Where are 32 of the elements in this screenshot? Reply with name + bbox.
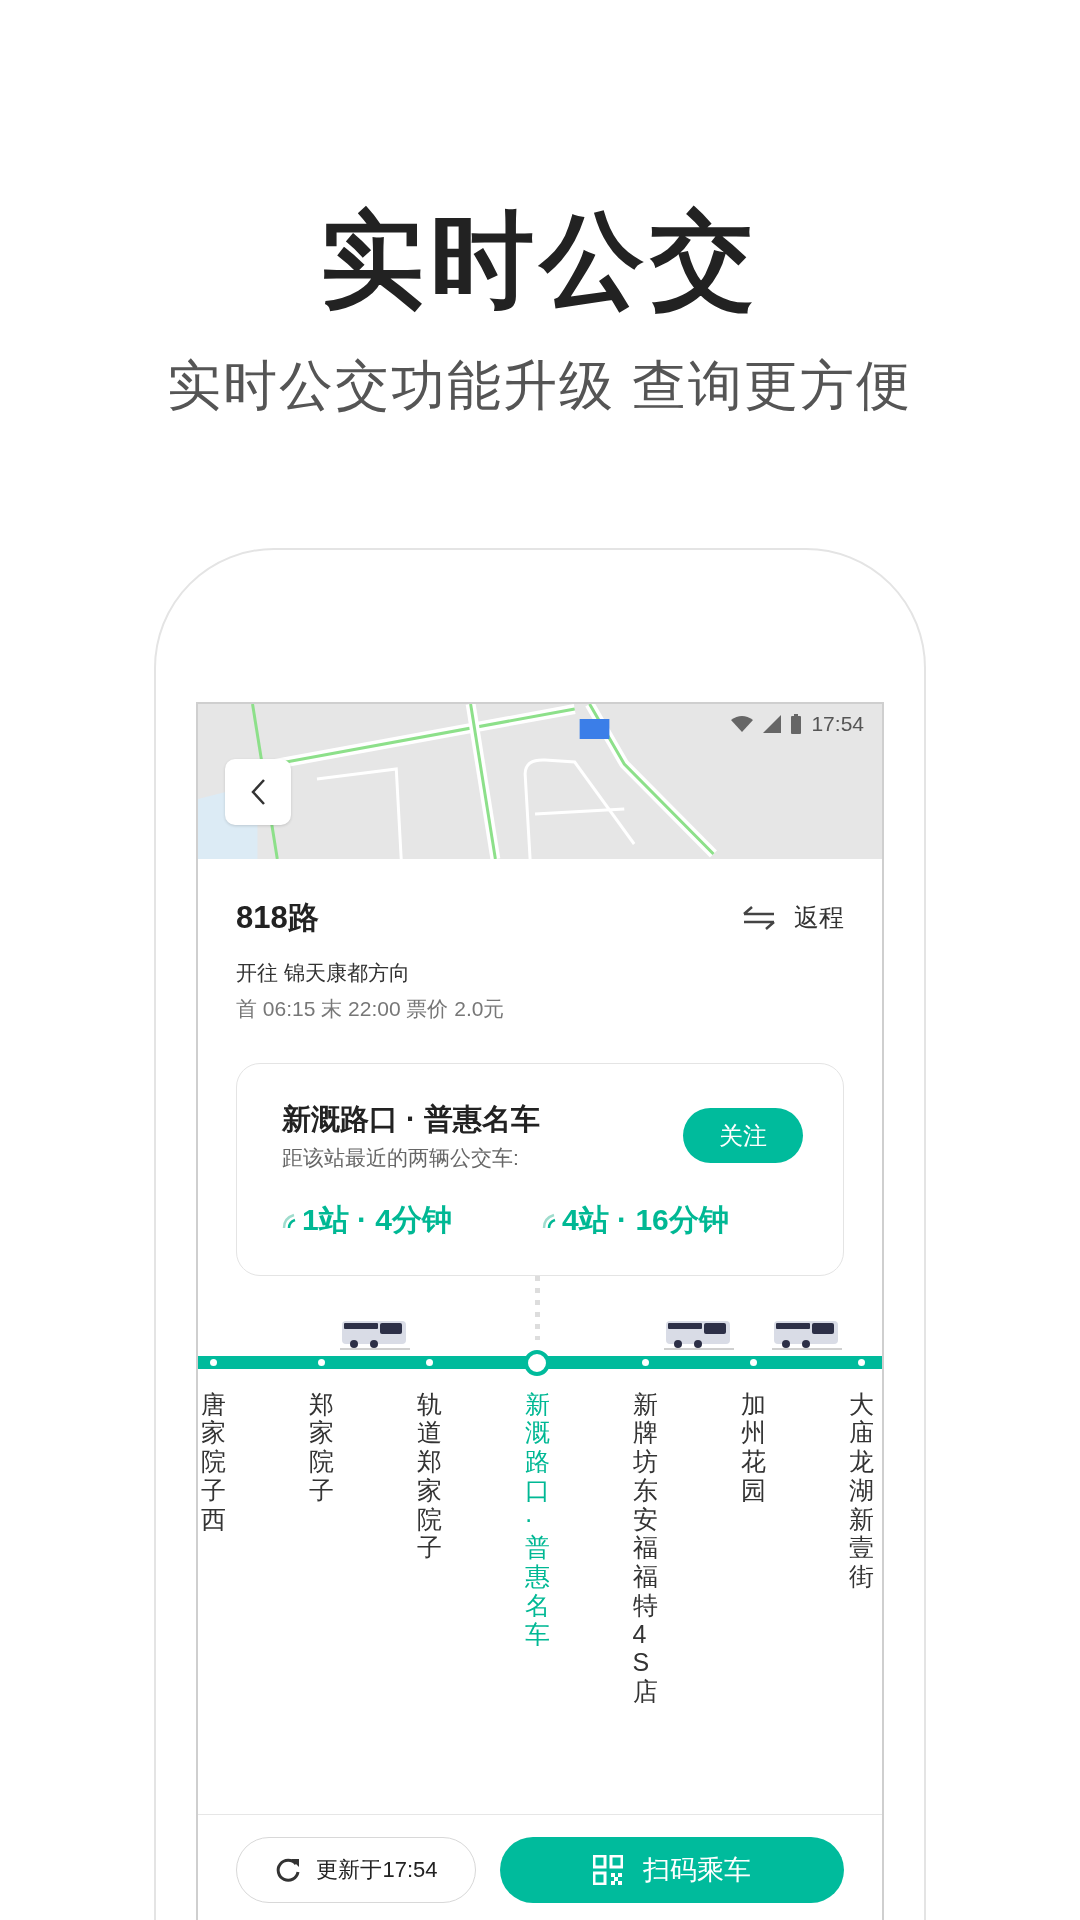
- back-button[interactable]: [225, 758, 291, 825]
- station-name[interactable]: 新牌坊东安福福特4S店: [632, 1389, 658, 1706]
- route-name: 818路: [236, 898, 319, 937]
- swap-icon: [742, 904, 776, 931]
- station-marker[interactable]: [641, 1359, 649, 1367]
- station-name[interactable]: 唐家院子西: [200, 1389, 226, 1534]
- stop-name: 新溉路口 · 普惠名车: [282, 1101, 540, 1137]
- station-marker[interactable]: [857, 1359, 865, 1367]
- arrival-info: 4站 · 16分钟: [562, 1201, 729, 1238]
- stop-subtitle: 距该站最近的两辆公交车:: [282, 1144, 520, 1171]
- station-name[interactable]: 轨道郑家院子: [416, 1389, 442, 1563]
- station-marker[interactable]: [425, 1359, 433, 1367]
- qr-code-icon: [593, 1854, 623, 1885]
- route-schedule: 首 06:15 末 22:00 票价 2.0元: [236, 995, 506, 1022]
- arrival-info: 1站 · 4分钟: [302, 1201, 453, 1238]
- back-icon: [250, 777, 266, 806]
- refresh-button[interactable]: 更新于17:54: [236, 1836, 476, 1903]
- battery-icon: [791, 713, 802, 734]
- station-marker[interactable]: [209, 1359, 217, 1367]
- route-direction: 开往 锦天康都方向: [236, 959, 411, 986]
- station-marker[interactable]: [749, 1359, 757, 1367]
- station-marker[interactable]: [317, 1359, 325, 1367]
- station-name[interactable]: 加州花园: [740, 1389, 766, 1505]
- signal-icon: [763, 714, 782, 733]
- return-button[interactable]: 返程: [742, 901, 844, 935]
- subheadline: 实时公交功能升级 查询更方便: [167, 353, 913, 417]
- headline: 实时公交: [320, 201, 760, 320]
- wifi-icon: [731, 715, 754, 732]
- status-time: 17:54: [811, 711, 864, 736]
- realtime-signal-icon: [282, 1212, 298, 1229]
- station-name[interactable]: 郑家院子: [308, 1389, 334, 1505]
- station-name[interactable]: 大庙龙湖新壹街: [848, 1389, 874, 1591]
